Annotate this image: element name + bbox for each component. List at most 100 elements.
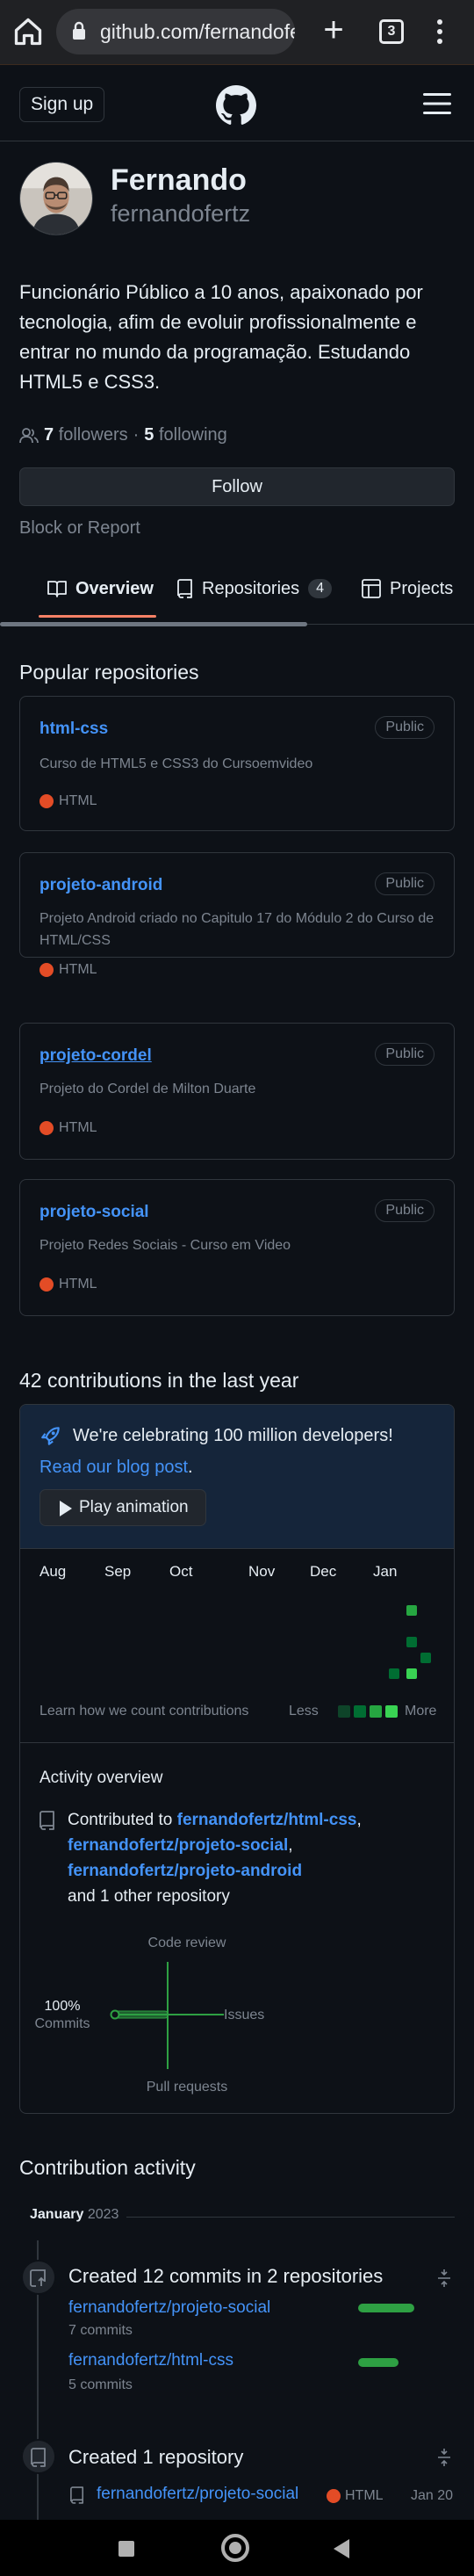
lock-icon[interactable] — [72, 21, 86, 40]
contribution-cell[interactable] — [406, 1637, 417, 1647]
tab-overview[interactable]: Overview — [47, 561, 154, 617]
repo-link[interactable]: html-css — [40, 720, 108, 739]
repo-link[interactable]: projeto-cordel — [40, 1046, 152, 1066]
repositories-count-badge: 4 — [308, 579, 333, 598]
visibility-badge: Public — [375, 716, 434, 739]
contributions-panel: We're celebrating 100 million developers… — [19, 1404, 455, 2114]
tabs-scrollbar[interactable] — [0, 622, 307, 626]
legend-more: More — [405, 1704, 437, 1719]
blog-post-suffix: . — [188, 1458, 193, 1477]
commit-progress-bar — [358, 2304, 414, 2312]
visibility-badge: Public — [375, 1043, 434, 1066]
address-bar[interactable]: github.com/fernandofertz — [56, 9, 295, 54]
repo-card: projeto-social Public Projeto Redes Soci… — [19, 1179, 455, 1316]
axis-issues-label: Issues — [224, 2008, 265, 2022]
more-options-icon[interactable] — [434, 18, 446, 46]
follow-stats: 7 followers · 5 following — [19, 425, 227, 445]
follow-button[interactable]: Follow — [19, 467, 455, 506]
repo-push-icon — [30, 2269, 46, 2287]
following-count: 5 — [144, 425, 154, 445]
contributed-suffix: and 1 other repository — [68, 1887, 230, 1906]
axis-commits-label: Commits — [34, 2016, 90, 2031]
book-icon — [47, 581, 67, 597]
month-label: Nov — [248, 1563, 276, 1580]
repo-description: Projeto do Cordel de Milton Duarte — [40, 1082, 256, 1096]
contribution-cell[interactable] — [420, 1653, 431, 1663]
tab-projects[interactable]: Projects — [362, 561, 453, 617]
fold-icon[interactable] — [437, 2448, 451, 2467]
axis-code-review-label: Code review — [147, 1936, 226, 1950]
repo-language: HTML — [40, 1120, 97, 1136]
browser-toolbar: github.com/fernandofertz + 3 — [0, 0, 474, 65]
following-link[interactable]: 5 following — [144, 425, 227, 445]
month-label: Aug — [40, 1563, 67, 1580]
commit-repo-link[interactable]: fernandofertz/html-css — [68, 2351, 233, 2370]
system-navigation-bar — [0, 2520, 474, 2576]
block-or-report-link[interactable]: Block or Report — [19, 518, 140, 539]
created-repo-link[interactable]: fernandofertz/projeto-social — [97, 2485, 298, 2504]
repo-link[interactable]: projeto-android — [40, 876, 162, 895]
language-color-dot — [40, 1277, 54, 1292]
activity-month-row: January 2023 — [30, 2207, 455, 2228]
banner-blog: Read our blog post. — [40, 1458, 193, 1478]
created-repo-language: HTML — [327, 2488, 384, 2504]
calendar-legend: Learn how we count contributions Less Mo… — [40, 1704, 436, 1725]
contributions-heading: 42 contributions in the last year — [19, 1369, 299, 1392]
language-label: HTML — [345, 2488, 384, 2503]
github-logo-icon[interactable] — [216, 85, 256, 126]
commit-repo-link[interactable]: fernandofertz/projeto-social — [68, 2298, 270, 2318]
follow-separator: · — [133, 425, 140, 445]
contribution-cell[interactable] — [389, 1668, 399, 1679]
legend-swatch — [338, 1705, 350, 1718]
activity-overview-heading: Activity overview — [40, 1769, 163, 1787]
repo-language: HTML — [40, 1277, 97, 1292]
contributed-repo-link[interactable]: fernandofertz/projeto-social — [68, 1836, 288, 1855]
repo-language: HTML — [40, 962, 97, 978]
contribution-activity-heading: Contribution activity — [19, 2156, 196, 2179]
repo-link[interactable]: projeto-social — [40, 1203, 149, 1222]
recents-icon[interactable] — [118, 2541, 134, 2557]
contributed-repo-link[interactable]: fernandofertz/projeto-android — [68, 1862, 302, 1880]
legend-swatch — [385, 1705, 398, 1718]
activity-year: 2023 — [87, 2207, 119, 2222]
avatar[interactable] — [19, 162, 93, 235]
language-color-dot — [40, 1121, 54, 1135]
new-tab-icon[interactable]: + — [318, 12, 349, 47]
visibility-badge: Public — [375, 1199, 434, 1222]
list-comma: , — [288, 1836, 293, 1855]
popular-repositories-heading: Popular repositories — [19, 661, 199, 684]
followers-label: followers — [58, 425, 128, 445]
url-text: github.com/fernandofertz — [100, 20, 295, 43]
blog-post-link[interactable]: Read our blog post — [40, 1458, 188, 1477]
created-date: Jan 20 — [411, 2488, 454, 2503]
timeline-repo-badge — [21, 2439, 56, 2474]
tab-projects-label: Projects — [390, 578, 454, 598]
learn-contributions-link[interactable]: Learn how we count contributions — [40, 1704, 248, 1719]
month-label: Oct — [169, 1563, 193, 1580]
sign-up-button[interactable]: Sign up — [19, 87, 105, 122]
back-icon[interactable] — [334, 2539, 349, 2558]
contribution-cell[interactable] — [406, 1605, 417, 1616]
tab-switcher-button[interactable]: 3 — [379, 19, 404, 44]
repo-icon — [70, 2486, 84, 2504]
axis-pull-requests-label: Pull requests — [146, 2080, 228, 2095]
home-icon[interactable] — [12, 16, 44, 47]
fold-icon[interactable] — [437, 2268, 451, 2288]
menu-icon[interactable] — [423, 92, 451, 115]
created-repo-summary: Created 1 repository — [68, 2446, 244, 2468]
commit-count: 7 commits — [68, 2323, 133, 2338]
play-animation-button[interactable]: Play animation — [40, 1489, 206, 1526]
tab-repositories-label: Repositories — [202, 578, 300, 598]
month-label: Dec — [310, 1563, 337, 1580]
axis-commits-percent: 100% — [44, 1999, 81, 2014]
commits-bar — [112, 2010, 169, 2019]
home-button-icon[interactable] — [221, 2534, 249, 2562]
tab-overview-label: Overview — [75, 578, 154, 598]
contributed-repo-link[interactable]: fernandofertz/html-css — [177, 1811, 357, 1829]
tab-repositories[interactable]: Repositories 4 — [177, 561, 333, 617]
followers-link[interactable]: 7 followers — [44, 425, 128, 445]
repo-description: Projeto Android criado no Capitulo 17 do… — [40, 911, 434, 948]
contribution-cell[interactable] — [406, 1668, 417, 1679]
followers-count: 7 — [44, 425, 54, 445]
celebration-banner: We're celebrating 100 million developers… — [20, 1405, 454, 1549]
